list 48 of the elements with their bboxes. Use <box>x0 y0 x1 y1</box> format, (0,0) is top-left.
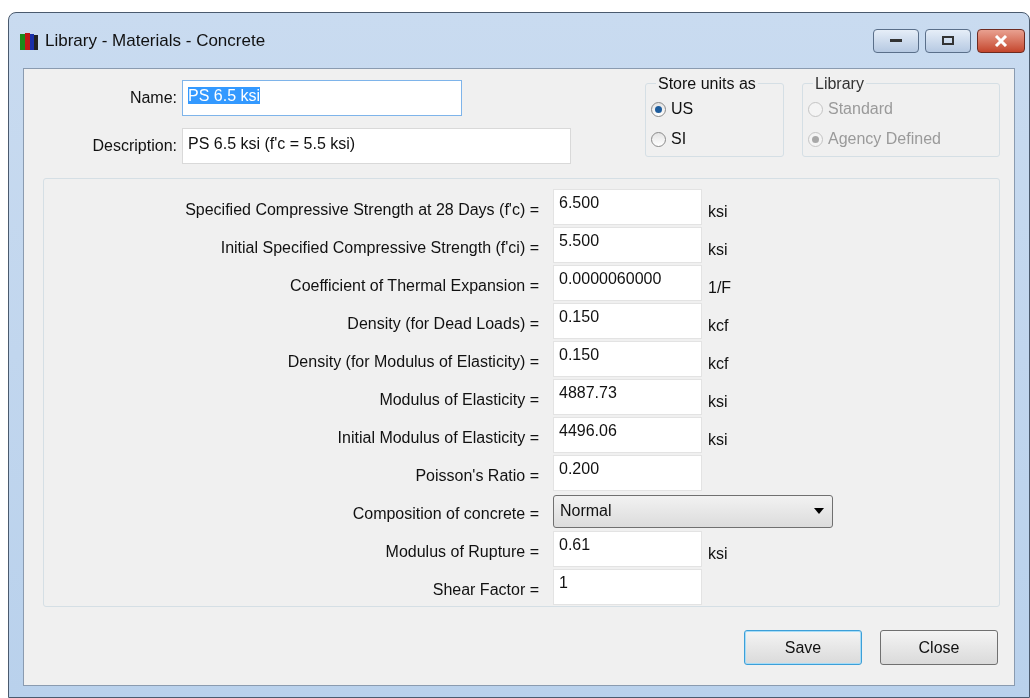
unit-label: ksi <box>708 430 728 450</box>
field-label: Specified Compressive Strength at 28 Days (f'c) = <box>184 200 539 220</box>
input-field[interactable]: 5.500 <box>553 227 702 263</box>
field-label: Density (for Dead Loads) = <box>346 314 539 334</box>
unit-label: kcf <box>708 354 729 374</box>
unit-label: ksi <box>708 392 728 412</box>
radio-label: Agency Defined <box>828 129 941 149</box>
input-field[interactable]: 0.150 <box>553 303 702 339</box>
field-label: Initial Specified Compressive Strength (f'ci) = <box>219 238 539 258</box>
caret-icon <box>814 508 824 514</box>
close-icon <box>994 34 1008 47</box>
window-title: Library - Materials - Concrete <box>45 29 266 52</box>
radio-label: SI <box>671 129 687 149</box>
close-button[interactable]: Close <box>880 630 998 665</box>
unit-label: kcf <box>708 316 729 336</box>
input-field[interactable]: 4496.06 <box>553 417 702 453</box>
field-label: Modulus of Rupture = <box>384 542 539 562</box>
input-field[interactable]: 0.0000060000 <box>553 265 702 301</box>
maximize-button[interactable] <box>925 28 971 53</box>
input-field[interactable]: 0.61 <box>553 531 702 567</box>
input-field[interactable]: 1 <box>553 569 702 605</box>
input-field[interactable]: 6.500 <box>553 189 702 225</box>
save-button[interactable]: Save <box>744 630 862 665</box>
field-label: Shear Factor = <box>431 580 539 600</box>
radio-label: US <box>671 99 694 119</box>
field-label: Poisson's Ratio = <box>414 466 539 486</box>
input-field[interactable]: 0.200 <box>553 455 702 491</box>
field-label: Name: <box>128 88 178 108</box>
field-label: Coefficient of Thermal Expansion = <box>289 276 539 296</box>
dropdown[interactable]: Normal <box>553 494 833 528</box>
input-field[interactable]: 0.150 <box>553 341 702 377</box>
radio-button[interactable] <box>651 131 666 147</box>
field-label: Composition of concrete = <box>351 504 539 524</box>
field-label: Description: <box>91 136 178 156</box>
radio-label: Standard <box>828 99 893 119</box>
minimize-button[interactable] <box>873 28 919 53</box>
input-field[interactable]: 4887.73 <box>553 379 702 415</box>
description-field[interactable]: PS 6.5 ksi (f'c = 5.5 ksi) <box>182 128 571 164</box>
unit-label: 1/F <box>708 278 732 298</box>
unit-label: ksi <box>708 202 728 222</box>
field-label: Modulus of Elasticity = <box>378 390 539 410</box>
unit-label: ksi <box>708 544 728 564</box>
unit-label: ksi <box>708 240 728 260</box>
radio-button[interactable] <box>651 101 666 117</box>
close-button[interactable] <box>977 28 1025 53</box>
field-label: Density (for Modulus of Elasticity) = <box>286 352 539 372</box>
field-label: Initial Modulus of Elasticity = <box>336 428 539 448</box>
books-icon <box>19 30 39 51</box>
